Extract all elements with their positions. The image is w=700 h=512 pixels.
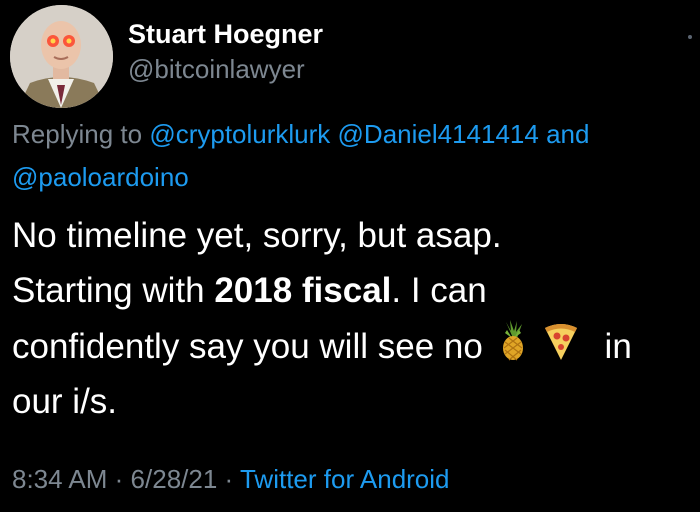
tweet-text-line: our i/s.: [12, 382, 118, 421]
tweet-text-line: No timeline yet, sorry, but asap.: [12, 216, 502, 255]
text-segment: Starting with: [12, 271, 215, 310]
mention-link[interactable]: @Daniel4141414: [338, 119, 539, 149]
reply-context: Replying to @cryptolurklurk @Daniel41414…: [12, 113, 682, 199]
tweet: Stuart Hoegner @bitcoinlawyer Replying t…: [0, 0, 700, 512]
meta-separator: ·: [114, 464, 124, 494]
meta-separator: ·: [224, 464, 234, 494]
avatar[interactable]: [10, 5, 113, 108]
tweet-time[interactable]: 8:34 AM: [12, 464, 107, 494]
reply-prefix: Replying to: [12, 119, 143, 149]
tweet-source-link[interactable]: Twitter for Android: [240, 464, 450, 494]
author-block: Stuart Hoegner @bitcoinlawyer: [128, 17, 323, 87]
mention-link[interactable]: @paoloardoino: [12, 162, 189, 192]
text-segment: in: [604, 327, 632, 366]
tweet-text-line: Starting with 2018 fiscal. I can: [12, 263, 698, 318]
pineapple-emoji-icon: [493, 318, 533, 362]
tweet-date[interactable]: 6/28/21: [131, 464, 218, 494]
reply-joiner[interactable]: and: [546, 119, 589, 149]
tweet-text: No timeline yet, sorry, but asap. Starti…: [12, 208, 698, 429]
author-display-name[interactable]: Stuart Hoegner: [128, 17, 323, 51]
tweet-text-line: confidently say you will see no in: [12, 318, 698, 374]
mention-link[interactable]: @cryptolurklurk: [149, 119, 330, 149]
tweet-meta: 8:34 AM · 6/28/21 · Twitter for Android: [12, 461, 450, 497]
bold-text: 2018 fiscal: [214, 271, 392, 310]
text-segment: . I can: [391, 271, 487, 310]
text-segment: confidently say you will see no: [12, 327, 493, 366]
author-handle[interactable]: @bitcoinlawyer: [128, 51, 323, 87]
more-options-icon[interactable]: [676, 26, 698, 48]
pizza-emoji-icon: [541, 318, 581, 362]
